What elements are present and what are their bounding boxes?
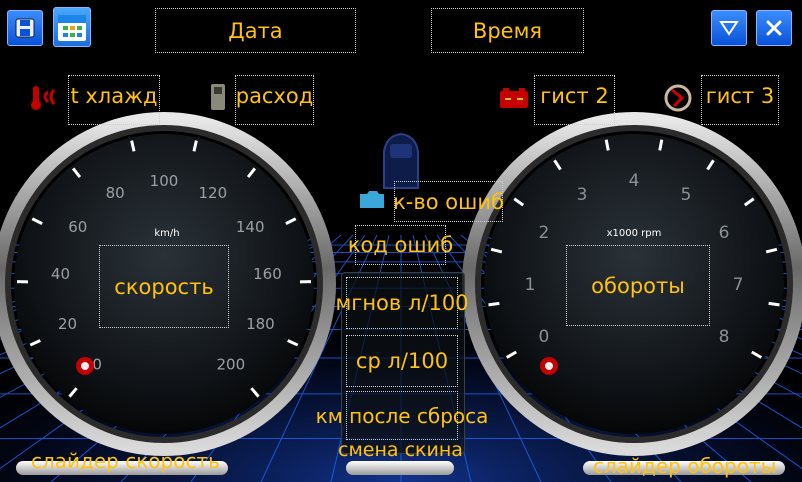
speed-slider-label: слайдер скорость [31, 449, 220, 473]
skin-slider[interactable] [346, 461, 454, 475]
close-button[interactable] [756, 10, 792, 46]
rpm-tick-label: 3 [577, 185, 588, 205]
hyst3-field[interactable]: гист 3 [701, 75, 779, 125]
rpm-field[interactable]: обороты [566, 245, 710, 326]
instant-consumption-field[interactable]: мгнов л/100 [335, 277, 469, 329]
minimize-button[interactable] [711, 10, 747, 46]
coolant-temp-field[interactable]: t хлажд [68, 75, 160, 125]
battery-icon [500, 88, 528, 108]
speed-tick-label: 20 [58, 315, 77, 333]
speed-tick-label: 40 [51, 265, 70, 283]
save-icon [15, 18, 35, 38]
rpm-major-tick [768, 301, 780, 307]
dropdown-icon [719, 21, 739, 36]
calendar-icon [58, 15, 86, 41]
rpm-slider-label: слайдер обороты [593, 454, 777, 478]
thermometer-icon [31, 86, 56, 110]
close-icon [766, 20, 782, 36]
dashboard-screen: 0 20 40 60 80 100 120 140 160 180 200 km/h 0123456… [0, 0, 802, 482]
speed-tick-label: 120 [199, 184, 228, 202]
speed-tick-label: 160 [253, 265, 282, 283]
speed-tick-label: 80 [106, 184, 125, 202]
speed-label: скорость [114, 274, 214, 299]
speed-tick-label: 180 [246, 315, 275, 333]
save-button[interactable] [7, 10, 43, 46]
speed-field[interactable]: скорость [99, 245, 229, 328]
error-count-label: к-во ошиб [393, 189, 504, 214]
rpm-major-tick [658, 139, 664, 151]
hyst2-label: гист 2 [540, 84, 609, 108]
rpm-needle-hub-icon [540, 357, 558, 375]
speed-tick-label: 200 [217, 356, 246, 374]
km-after-reset-field[interactable]: км после сброса [316, 391, 488, 440]
rpm-tick-label: 8 [719, 327, 730, 347]
hyst3-label: гист 3 [705, 84, 775, 108]
date-field[interactable]: Дата [155, 8, 356, 53]
time-field[interactable]: Время [431, 8, 584, 53]
speed-needle-hub-icon [76, 357, 94, 375]
rpm-tick-label: 1 [525, 275, 536, 295]
speed-unit: km/h [154, 228, 179, 239]
rpm-tick-label: 6 [719, 223, 730, 243]
calendar-button[interactable] [53, 7, 91, 47]
rpm-tick-label: 5 [681, 185, 692, 205]
rpm-tick-label: 4 [629, 171, 640, 191]
change-skin-label[interactable]: смена скина [338, 439, 463, 461]
avg-consumption-label: ср л/100 [355, 349, 449, 373]
rpm-major-tick [604, 139, 610, 151]
date-label: Дата [228, 18, 283, 43]
error-count-field[interactable]: к-во ошиб [393, 181, 504, 222]
coolant-temp-label: t хлажд [70, 84, 158, 108]
speed-tick-label: 60 [68, 218, 87, 236]
error-code-field[interactable]: код ошиб [348, 225, 453, 265]
speed-tick-label: 100 [150, 172, 179, 190]
speed-tick-label: 140 [236, 218, 265, 236]
rpm-tick-label: 0 [539, 327, 550, 347]
engine-check-icon [360, 191, 384, 208]
fuel-icon [211, 84, 225, 110]
error-code-label: код ошиб [347, 233, 454, 257]
km-after-reset-label: км после сброса [315, 403, 489, 428]
rpm-tick-label: 7 [733, 275, 744, 295]
time-label: Время [472, 18, 543, 43]
instant-consumption-label: мгнов л/100 [335, 291, 469, 315]
consumption-label: расход [235, 84, 314, 108]
rpm-label: обороты [591, 273, 685, 298]
consumption-field[interactable]: расход [235, 75, 314, 125]
rpm-tick-label: 2 [539, 223, 550, 243]
hyst2-field[interactable]: гист 2 [534, 75, 615, 125]
rpm-unit: x1000 rpm [607, 228, 662, 239]
avg-consumption-field[interactable]: ср л/100 [346, 335, 458, 387]
turbo-icon [664, 84, 692, 112]
rpm-major-tick [488, 301, 500, 307]
